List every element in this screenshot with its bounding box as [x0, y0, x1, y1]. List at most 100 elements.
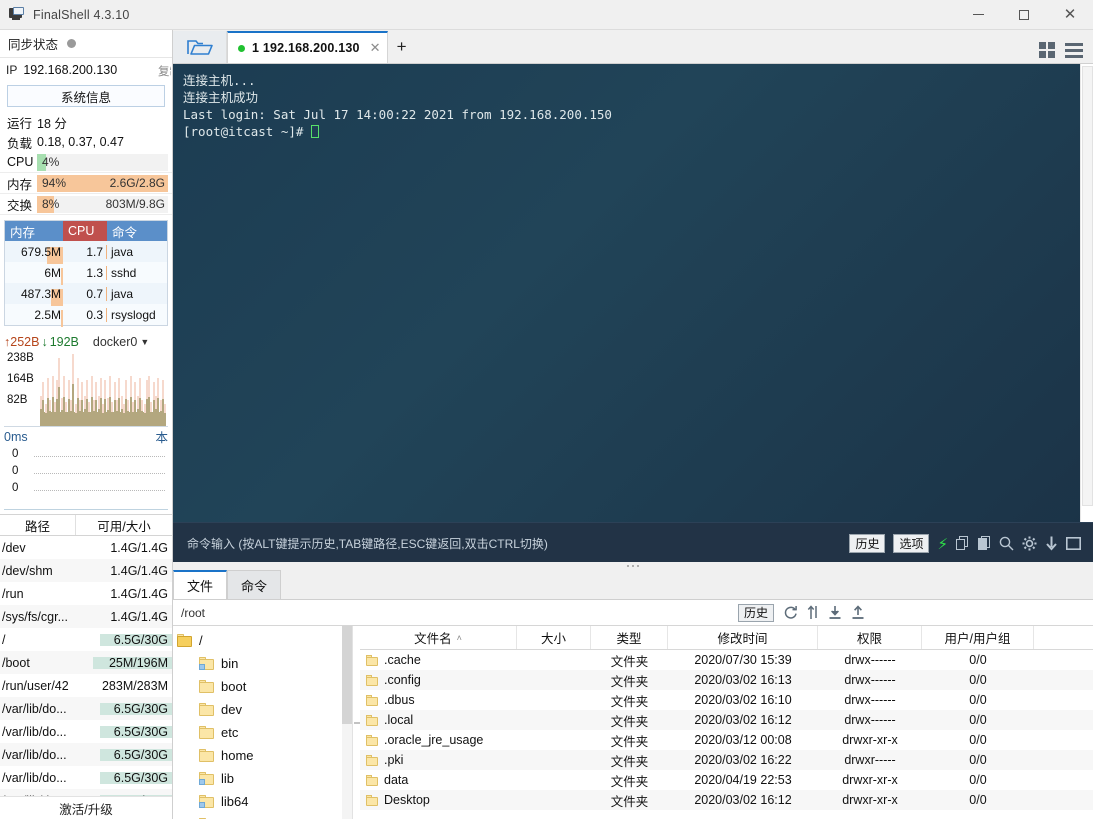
disk-row[interactable]: /run/user/42 283M/283M: [0, 674, 172, 697]
column-header-permissions[interactable]: 权限: [818, 626, 922, 649]
activate-upgrade-link[interactable]: 激活/升级: [0, 796, 172, 819]
latency-label-1: 0: [12, 465, 19, 477]
command-input-bar[interactable]: 命令输入 (按ALT键提示历史,TAB键路径,ESC键返回,双击CTRL切换) …: [173, 522, 1093, 564]
tree-node-root[interactable]: /: [173, 629, 352, 652]
copy-ip-button[interactable]: 复制: [158, 63, 171, 79]
tree-scrollbar[interactable]: [342, 626, 352, 819]
network-interface-value[interactable]: docker0: [93, 335, 137, 349]
meter-percent: 8%: [42, 196, 60, 211]
terminal-output[interactable]: 连接主机... 连接主机成功 Last login: Sat Jul 17 14…: [173, 64, 1093, 522]
close-button[interactable]: ✕: [1047, 0, 1093, 30]
command-history-button[interactable]: 历史: [849, 534, 886, 553]
hamburger-menu-icon[interactable]: [1065, 42, 1083, 58]
disk-header-size[interactable]: 可用/大小: [76, 515, 172, 535]
latency-title: 0ms: [4, 429, 28, 444]
file-row[interactable]: .oracle_jre_usage 文件夹 2020/03/12 00:08 drwx…: [360, 730, 1093, 750]
column-header-filename[interactable]: 文件名 ˄: [360, 626, 517, 649]
disk-row[interactable]: /dev/shm 1.4G/1.4G: [0, 559, 172, 583]
disk-row[interactable]: /run 1.4G/1.4G: [0, 582, 172, 605]
paste-icon[interactable]: [978, 536, 991, 551]
file-row[interactable]: .pki 文件夹 2020/03/02 16:22 drwxr----- 0/0: [360, 750, 1093, 770]
tree-node-lib[interactable]: lib: [173, 767, 352, 790]
meter-percent: 94%: [42, 175, 67, 190]
process-header-cpu[interactable]: CPU: [63, 221, 107, 241]
sort-icon[interactable]: [807, 605, 819, 620]
column-header-owner[interactable]: 用户/用户组: [922, 626, 1034, 649]
process-row[interactable]: 6M 1.3 sshd: [5, 262, 167, 285]
close-tab-icon[interactable]: ✕: [370, 40, 381, 56]
tree-node-media[interactable]: media: [173, 813, 352, 819]
tab-commands[interactable]: 命令: [227, 570, 281, 599]
process-memory: 2.5M: [5, 308, 63, 327]
terminal-scrollbar[interactable]: [1080, 64, 1093, 522]
tree-node-bin[interactable]: bin: [173, 652, 352, 675]
file-name-cell: .local: [360, 713, 517, 727]
disk-path: /boot: [2, 655, 30, 670]
file-row[interactable]: Desktop 文件夹 2020/03/02 16:12 drwxr-xr-x 0/0: [360, 790, 1093, 810]
disk-row[interactable]: /boot 25M/196M: [0, 651, 172, 675]
process-cpu: 1.3: [63, 265, 107, 280]
path-history-button[interactable]: 历史: [737, 603, 774, 622]
download-icon[interactable]: [828, 605, 842, 620]
upload-icon[interactable]: [851, 605, 865, 620]
terminal-tab[interactable]: 1 192.168.200.130 ✕: [227, 31, 388, 63]
current-path[interactable]: /root: [181, 606, 205, 620]
file-row[interactable]: .config 文件夹 2020/03/02 16:13 drwx------ 0/0: [360, 670, 1093, 690]
gear-icon[interactable]: [1022, 536, 1037, 551]
tree-node-etc[interactable]: etc: [173, 721, 352, 744]
column-header-type[interactable]: 类型: [591, 626, 668, 649]
window-icon[interactable]: [1066, 537, 1081, 550]
ip-value: 192.168.200.130: [23, 63, 118, 77]
minimize-button[interactable]: [955, 0, 1001, 30]
new-tab-button[interactable]: +: [388, 31, 416, 63]
disk-row[interactable]: /var/lib/do...6.5G/30G: [0, 789, 172, 797]
disk-header-path[interactable]: 路径: [0, 515, 76, 536]
process-row[interactable]: 679.5M 1.7 java: [5, 241, 167, 264]
process-command: java: [111, 244, 134, 259]
process-memory: 6M: [5, 266, 63, 285]
column-header-size[interactable]: 大小: [517, 626, 591, 649]
file-row[interactable]: data 文件夹 2020/04/19 22:53 drwxr-xr-x 0/0: [360, 770, 1093, 790]
file-owner: 0/0: [969, 753, 987, 767]
process-row[interactable]: 2.5M 0.3 rsyslogd: [5, 304, 167, 327]
disk-row[interactable]: /sys/fs/cgr... 1.4G/1.4G: [0, 605, 172, 629]
tree-node-lib64[interactable]: lib64: [173, 790, 352, 813]
tab-files[interactable]: 文件: [173, 570, 227, 599]
file-type: 文件夹: [610, 734, 649, 749]
column-header-mtime[interactable]: 修改时间: [668, 626, 818, 649]
process-command: rsyslogd: [111, 307, 156, 322]
file-row[interactable]: .cache 文件夹 2020/07/30 15:39 drwx------ 0/0: [360, 650, 1093, 670]
file-owner: 0/0: [969, 773, 987, 787]
file-row[interactable]: .dbus 文件夹 2020/03/02 16:10 drwx------ 0/0: [360, 690, 1093, 710]
disk-path: /var/lib/do...: [2, 770, 67, 785]
command-options-button[interactable]: 选项: [893, 534, 930, 553]
latency-right-label[interactable]: 本: [155, 427, 168, 446]
disk-row[interactable]: /dev 1.4G/1.4G: [0, 536, 172, 559]
refresh-icon[interactable]: [783, 605, 798, 620]
maximize-button[interactable]: [1001, 0, 1047, 30]
tree-node-boot[interactable]: boot: [173, 675, 352, 698]
file-mtime: 2020/03/02 16:10: [694, 693, 792, 707]
tree-node-home[interactable]: home: [173, 744, 352, 767]
disk-row[interactable]: /var/lib/do...6.5G/30G: [0, 743, 172, 767]
folder-icon: [366, 654, 378, 666]
open-folder-icon[interactable]: [173, 31, 227, 63]
bolt-icon[interactable]: ⚡: [937, 535, 948, 553]
panel-resize-handle[interactable]: [173, 562, 1093, 570]
tree-node-dev[interactable]: dev: [173, 698, 352, 721]
process-row[interactable]: 487.3M 0.7 java: [5, 283, 167, 306]
download-icon[interactable]: [1045, 536, 1058, 551]
disk-row[interactable]: /var/lib/do...6.5G/30G: [0, 720, 172, 743]
disk-row[interactable]: /var/lib/do...6.5G/30G: [0, 766, 172, 789]
process-header-memory[interactable]: 内存: [5, 221, 63, 241]
copy-icon[interactable]: [956, 536, 970, 551]
tree-list-splitter[interactable]: [353, 626, 360, 819]
chevron-down-icon[interactable]: ▼: [140, 337, 149, 347]
disk-row[interactable]: / 6.5G/30G: [0, 628, 172, 651]
search-icon[interactable]: [999, 536, 1014, 551]
process-header-command[interactable]: 命令: [107, 221, 167, 241]
grid-view-icon[interactable]: [1039, 42, 1055, 58]
disk-row[interactable]: /var/lib/do...6.5G/30G: [0, 697, 172, 721]
system-info-button[interactable]: 系统信息: [7, 85, 165, 107]
file-row[interactable]: .local 文件夹 2020/03/02 16:12 drwx------ 0/0: [360, 710, 1093, 730]
